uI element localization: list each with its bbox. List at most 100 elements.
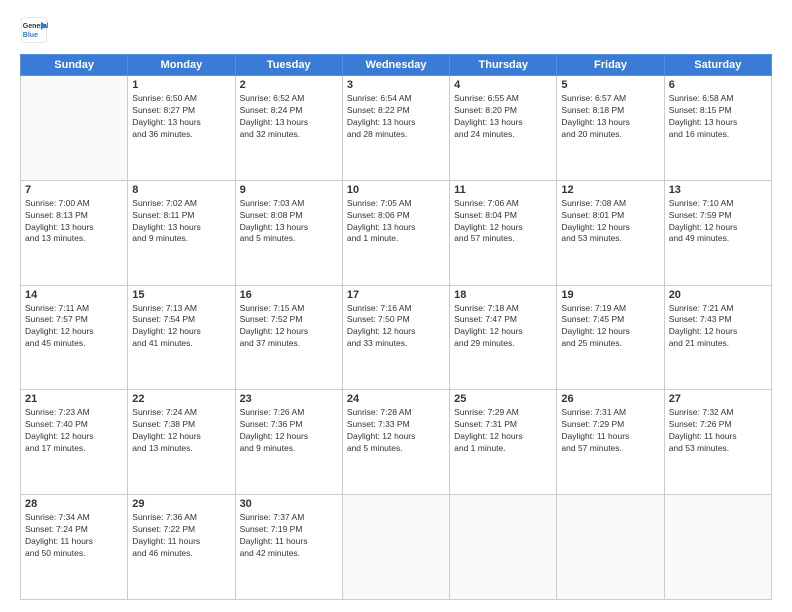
day-of-week-header: Friday bbox=[557, 55, 664, 76]
day-info: Sunrise: 7:21 AM Sunset: 7:43 PM Dayligh… bbox=[669, 303, 767, 351]
calendar-week-row: 21 Sunrise: 7:23 AM Sunset: 7:40 PM Dayli… bbox=[21, 390, 772, 495]
day-info: Sunrise: 6:54 AM Sunset: 8:22 PM Dayligh… bbox=[347, 93, 445, 141]
calendar-cell: 7 Sunrise: 7:00 AM Sunset: 8:13 PM Daylig… bbox=[21, 180, 128, 285]
day-number: 21 bbox=[25, 393, 123, 405]
day-info: Sunrise: 7:26 AM Sunset: 7:36 PM Dayligh… bbox=[240, 407, 338, 455]
calendar-cell: 9 Sunrise: 7:03 AM Sunset: 8:08 PM Daylig… bbox=[235, 180, 342, 285]
day-number: 6 bbox=[669, 79, 767, 91]
day-number: 2 bbox=[240, 79, 338, 91]
calendar-cell: 20 Sunrise: 7:21 AM Sunset: 7:43 PM Dayli… bbox=[664, 285, 771, 390]
calendar-cell: 6 Sunrise: 6:58 AM Sunset: 8:15 PM Daylig… bbox=[664, 76, 771, 181]
calendar-week-row: 7 Sunrise: 7:00 AM Sunset: 8:13 PM Daylig… bbox=[21, 180, 772, 285]
day-number: 10 bbox=[347, 184, 445, 196]
day-info: Sunrise: 7:00 AM Sunset: 8:13 PM Dayligh… bbox=[25, 198, 123, 246]
calendar-cell: 26Sunrise: 7:31 AM Sunset: 7:29 PM Dayli… bbox=[557, 390, 664, 495]
calendar-body: 1 Sunrise: 6:50 AM Sunset: 8:27 PM Daylig… bbox=[21, 76, 772, 600]
calendar-cell bbox=[342, 495, 449, 600]
day-info: Sunrise: 7:05 AM Sunset: 8:06 PM Dayligh… bbox=[347, 198, 445, 246]
day-number: 11 bbox=[454, 184, 552, 196]
logo: General Blue bbox=[20, 16, 52, 44]
calendar-cell: 17 Sunrise: 7:16 AM Sunset: 7:50 PM Dayli… bbox=[342, 285, 449, 390]
day-info: Sunrise: 6:52 AM Sunset: 8:24 PM Dayligh… bbox=[240, 93, 338, 141]
calendar-cell: 24Sunrise: 7:28 AM Sunset: 7:33 PM Dayli… bbox=[342, 390, 449, 495]
calendar-cell: 13Sunrise: 7:10 AM Sunset: 7:59 PM Dayli… bbox=[664, 180, 771, 285]
day-number: 9 bbox=[240, 184, 338, 196]
day-info: Sunrise: 7:34 AM Sunset: 7:24 PM Dayligh… bbox=[25, 512, 123, 560]
calendar-cell: 25 Sunrise: 7:29 AM Sunset: 7:31 PM Dayli… bbox=[450, 390, 557, 495]
day-number: 4 bbox=[454, 79, 552, 91]
day-info: Sunrise: 7:36 AM Sunset: 7:22 PM Dayligh… bbox=[132, 512, 230, 560]
day-number: 23 bbox=[240, 393, 338, 405]
calendar-cell: 23 Sunrise: 7:26 AM Sunset: 7:36 PM Dayli… bbox=[235, 390, 342, 495]
day-number: 30 bbox=[240, 498, 338, 510]
day-info: Sunrise: 7:23 AM Sunset: 7:40 PM Dayligh… bbox=[25, 407, 123, 455]
day-number: 19 bbox=[561, 289, 659, 301]
calendar-cell: 30 Sunrise: 7:37 AM Sunset: 7:19 PM Dayli… bbox=[235, 495, 342, 600]
calendar-cell bbox=[664, 495, 771, 600]
calendar-cell: 12 Sunrise: 7:08 AM Sunset: 8:01 PM Dayli… bbox=[557, 180, 664, 285]
day-of-week-header: Thursday bbox=[450, 55, 557, 76]
calendar-cell: 5 Sunrise: 6:57 AM Sunset: 8:18 PM Daylig… bbox=[557, 76, 664, 181]
day-number: 20 bbox=[669, 289, 767, 301]
day-info: Sunrise: 7:03 AM Sunset: 8:08 PM Dayligh… bbox=[240, 198, 338, 246]
calendar-cell: 8 Sunrise: 7:02 AM Sunset: 8:11 PM Daylig… bbox=[128, 180, 235, 285]
calendar-cell: 11 Sunrise: 7:06 AM Sunset: 8:04 PM Dayli… bbox=[450, 180, 557, 285]
page: General Blue SundayMondayTuesdayWednesda… bbox=[0, 0, 792, 612]
day-info: Sunrise: 7:19 AM Sunset: 7:45 PM Dayligh… bbox=[561, 303, 659, 351]
calendar-header: SundayMondayTuesdayWednesdayThursdayFrid… bbox=[21, 55, 772, 76]
day-of-week-header: Monday bbox=[128, 55, 235, 76]
day-number: 22 bbox=[132, 393, 230, 405]
day-info: Sunrise: 7:28 AM Sunset: 7:33 PM Dayligh… bbox=[347, 407, 445, 455]
day-info: Sunrise: 6:58 AM Sunset: 8:15 PM Dayligh… bbox=[669, 93, 767, 141]
day-header-row: SundayMondayTuesdayWednesdayThursdayFrid… bbox=[21, 55, 772, 76]
day-number: 7 bbox=[25, 184, 123, 196]
day-number: 16 bbox=[240, 289, 338, 301]
calendar-cell: 22Sunrise: 7:24 AM Sunset: 7:38 PM Dayli… bbox=[128, 390, 235, 495]
day-number: 27 bbox=[669, 393, 767, 405]
calendar-cell: 19 Sunrise: 7:19 AM Sunset: 7:45 PM Dayli… bbox=[557, 285, 664, 390]
day-info: Sunrise: 7:06 AM Sunset: 8:04 PM Dayligh… bbox=[454, 198, 552, 246]
day-of-week-header: Wednesday bbox=[342, 55, 449, 76]
calendar-week-row: 1 Sunrise: 6:50 AM Sunset: 8:27 PM Daylig… bbox=[21, 76, 772, 181]
day-info: Sunrise: 7:13 AM Sunset: 7:54 PM Dayligh… bbox=[132, 303, 230, 351]
calendar-table: SundayMondayTuesdayWednesdayThursdayFrid… bbox=[20, 54, 772, 600]
logo-icon: General Blue bbox=[20, 16, 48, 44]
day-info: Sunrise: 7:16 AM Sunset: 7:50 PM Dayligh… bbox=[347, 303, 445, 351]
day-number: 12 bbox=[561, 184, 659, 196]
day-info: Sunrise: 7:37 AM Sunset: 7:19 PM Dayligh… bbox=[240, 512, 338, 560]
day-info: Sunrise: 7:29 AM Sunset: 7:31 PM Dayligh… bbox=[454, 407, 552, 455]
calendar-week-row: 28 Sunrise: 7:34 AM Sunset: 7:24 PM Dayli… bbox=[21, 495, 772, 600]
day-of-week-header: Saturday bbox=[664, 55, 771, 76]
day-number: 17 bbox=[347, 289, 445, 301]
calendar-cell: 2 Sunrise: 6:52 AM Sunset: 8:24 PM Daylig… bbox=[235, 76, 342, 181]
day-info: Sunrise: 6:57 AM Sunset: 8:18 PM Dayligh… bbox=[561, 93, 659, 141]
day-info: Sunrise: 7:02 AM Sunset: 8:11 PM Dayligh… bbox=[132, 198, 230, 246]
day-info: Sunrise: 7:15 AM Sunset: 7:52 PM Dayligh… bbox=[240, 303, 338, 351]
day-number: 26 bbox=[561, 393, 659, 405]
header: General Blue bbox=[20, 16, 772, 44]
day-number: 1 bbox=[132, 79, 230, 91]
day-info: Sunrise: 6:50 AM Sunset: 8:27 PM Dayligh… bbox=[132, 93, 230, 141]
calendar-cell: 18Sunrise: 7:18 AM Sunset: 7:47 PM Dayli… bbox=[450, 285, 557, 390]
day-info: Sunrise: 7:10 AM Sunset: 7:59 PM Dayligh… bbox=[669, 198, 767, 246]
day-number: 28 bbox=[25, 498, 123, 510]
calendar-cell: 10 Sunrise: 7:05 AM Sunset: 8:06 PM Dayli… bbox=[342, 180, 449, 285]
day-info: Sunrise: 7:11 AM Sunset: 7:57 PM Dayligh… bbox=[25, 303, 123, 351]
calendar-cell: 16 Sunrise: 7:15 AM Sunset: 7:52 PM Dayli… bbox=[235, 285, 342, 390]
day-number: 18 bbox=[454, 289, 552, 301]
day-number: 25 bbox=[454, 393, 552, 405]
svg-text:Blue: Blue bbox=[23, 32, 38, 39]
day-info: Sunrise: 7:08 AM Sunset: 8:01 PM Dayligh… bbox=[561, 198, 659, 246]
calendar-cell: 15Sunrise: 7:13 AM Sunset: 7:54 PM Dayli… bbox=[128, 285, 235, 390]
day-info: Sunrise: 7:32 AM Sunset: 7:26 PM Dayligh… bbox=[669, 407, 767, 455]
calendar-cell bbox=[557, 495, 664, 600]
calendar-cell: 1 Sunrise: 6:50 AM Sunset: 8:27 PM Daylig… bbox=[128, 76, 235, 181]
day-number: 3 bbox=[347, 79, 445, 91]
calendar-cell: 29Sunrise: 7:36 AM Sunset: 7:22 PM Dayli… bbox=[128, 495, 235, 600]
day-number: 14 bbox=[25, 289, 123, 301]
day-number: 5 bbox=[561, 79, 659, 91]
calendar-cell: 4Sunrise: 6:55 AM Sunset: 8:20 PM Daylig… bbox=[450, 76, 557, 181]
day-number: 8 bbox=[132, 184, 230, 196]
day-of-week-header: Sunday bbox=[21, 55, 128, 76]
day-of-week-header: Tuesday bbox=[235, 55, 342, 76]
